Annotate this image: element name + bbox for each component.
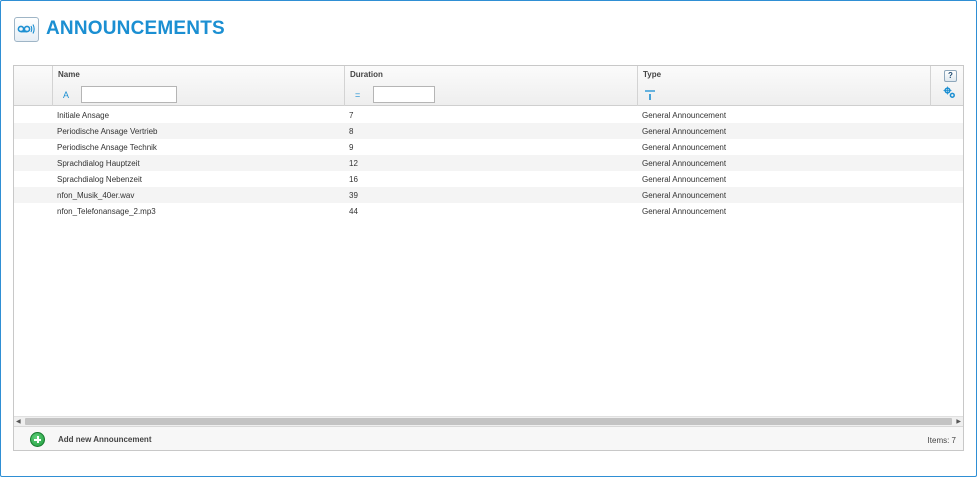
name-filter-input[interactable] [81, 86, 177, 103]
cell-name: Sprachdialog Nebenzeit [57, 175, 142, 184]
cell-type: General Announcement [642, 127, 727, 136]
add-announcement-button[interactable] [30, 432, 45, 447]
cell-name: Sprachdialog Hauptzeit [57, 159, 140, 168]
cell-duration: 7 [349, 111, 354, 120]
cell-duration: 16 [349, 175, 358, 184]
cell-duration: 9 [349, 143, 354, 152]
add-announcement-label[interactable]: Add new Announcement [58, 435, 151, 444]
column-label-duration: Duration [350, 70, 383, 79]
table-row[interactable]: Periodische Ansage Vertrieb 8 General An… [14, 123, 963, 139]
filter-icon[interactable] [644, 89, 656, 101]
table-row[interactable]: Sprachdialog Hauptzeit 12 General Announ… [14, 155, 963, 171]
cell-name: nfon_Musik_40er.wav [57, 191, 135, 200]
cell-type: General Announcement [642, 143, 727, 152]
scroll-left-icon[interactable]: ◀ [16, 418, 21, 425]
duration-filter-input[interactable] [373, 86, 435, 103]
cell-name: Initiale Ansage [57, 111, 110, 120]
equals-filter-icon[interactable]: = [355, 90, 360, 100]
cell-name: nfon_Telefonansage_2.mp3 [57, 207, 156, 216]
items-count: Items: 7 [927, 436, 956, 445]
cell-name: Periodische Ansage Technik [57, 143, 157, 152]
cell-duration: 44 [349, 207, 358, 216]
table-row[interactable]: Periodische Ansage Technik 9 General Ann… [14, 139, 963, 155]
cell-type: General Announcement [642, 111, 727, 120]
column-header-type[interactable]: Type [638, 66, 931, 106]
cell-name: Periodische Ansage Vertrieb [57, 127, 158, 136]
voicemail-icon [14, 16, 39, 42]
cell-type: General Announcement [642, 191, 727, 200]
table-row[interactable]: nfon_Telefonansage_2.mp3 44 General Anno… [14, 203, 963, 219]
column-header-name[interactable]: Name A [53, 66, 345, 106]
horizontal-scrollbar[interactable]: ◀ ▶ [14, 416, 963, 426]
grid-body: Initiale Ansage 7 General Announcement P… [14, 107, 963, 219]
cell-type: General Announcement [642, 175, 727, 184]
column-label-name: Name [58, 70, 80, 79]
cell-duration: 8 [349, 127, 354, 136]
scroll-right-icon[interactable]: ▶ [956, 418, 961, 425]
grid-header: Name A Duration = Type ? [14, 66, 963, 106]
settings-gears-icon[interactable] [943, 86, 956, 99]
help-button[interactable]: ? [944, 70, 957, 82]
cell-type: General Announcement [642, 207, 727, 216]
announcements-grid: Name A Duration = Type ? Initiale Ansage [13, 65, 964, 451]
table-row[interactable]: Sprachdialog Nebenzeit 16 General Announ… [14, 171, 963, 187]
column-label-type: Type [643, 70, 662, 79]
grid-footer: Add new Announcement Items: 7 [14, 426, 963, 450]
row-selector-header [14, 66, 53, 106]
table-row[interactable]: Initiale Ansage 7 General Announcement [14, 107, 963, 123]
cell-duration: 39 [349, 191, 358, 200]
column-header-duration[interactable]: Duration = [345, 66, 638, 106]
scrollbar-thumb[interactable] [25, 418, 952, 425]
cell-type: General Announcement [642, 159, 727, 168]
cell-duration: 12 [349, 159, 358, 168]
table-row[interactable]: nfon_Musik_40er.wav 39 General Announcem… [14, 187, 963, 203]
page-header: ANNOUNCEMENTS [14, 16, 225, 42]
page-title: ANNOUNCEMENTS [46, 18, 225, 39]
text-filter-icon[interactable]: A [63, 90, 69, 100]
